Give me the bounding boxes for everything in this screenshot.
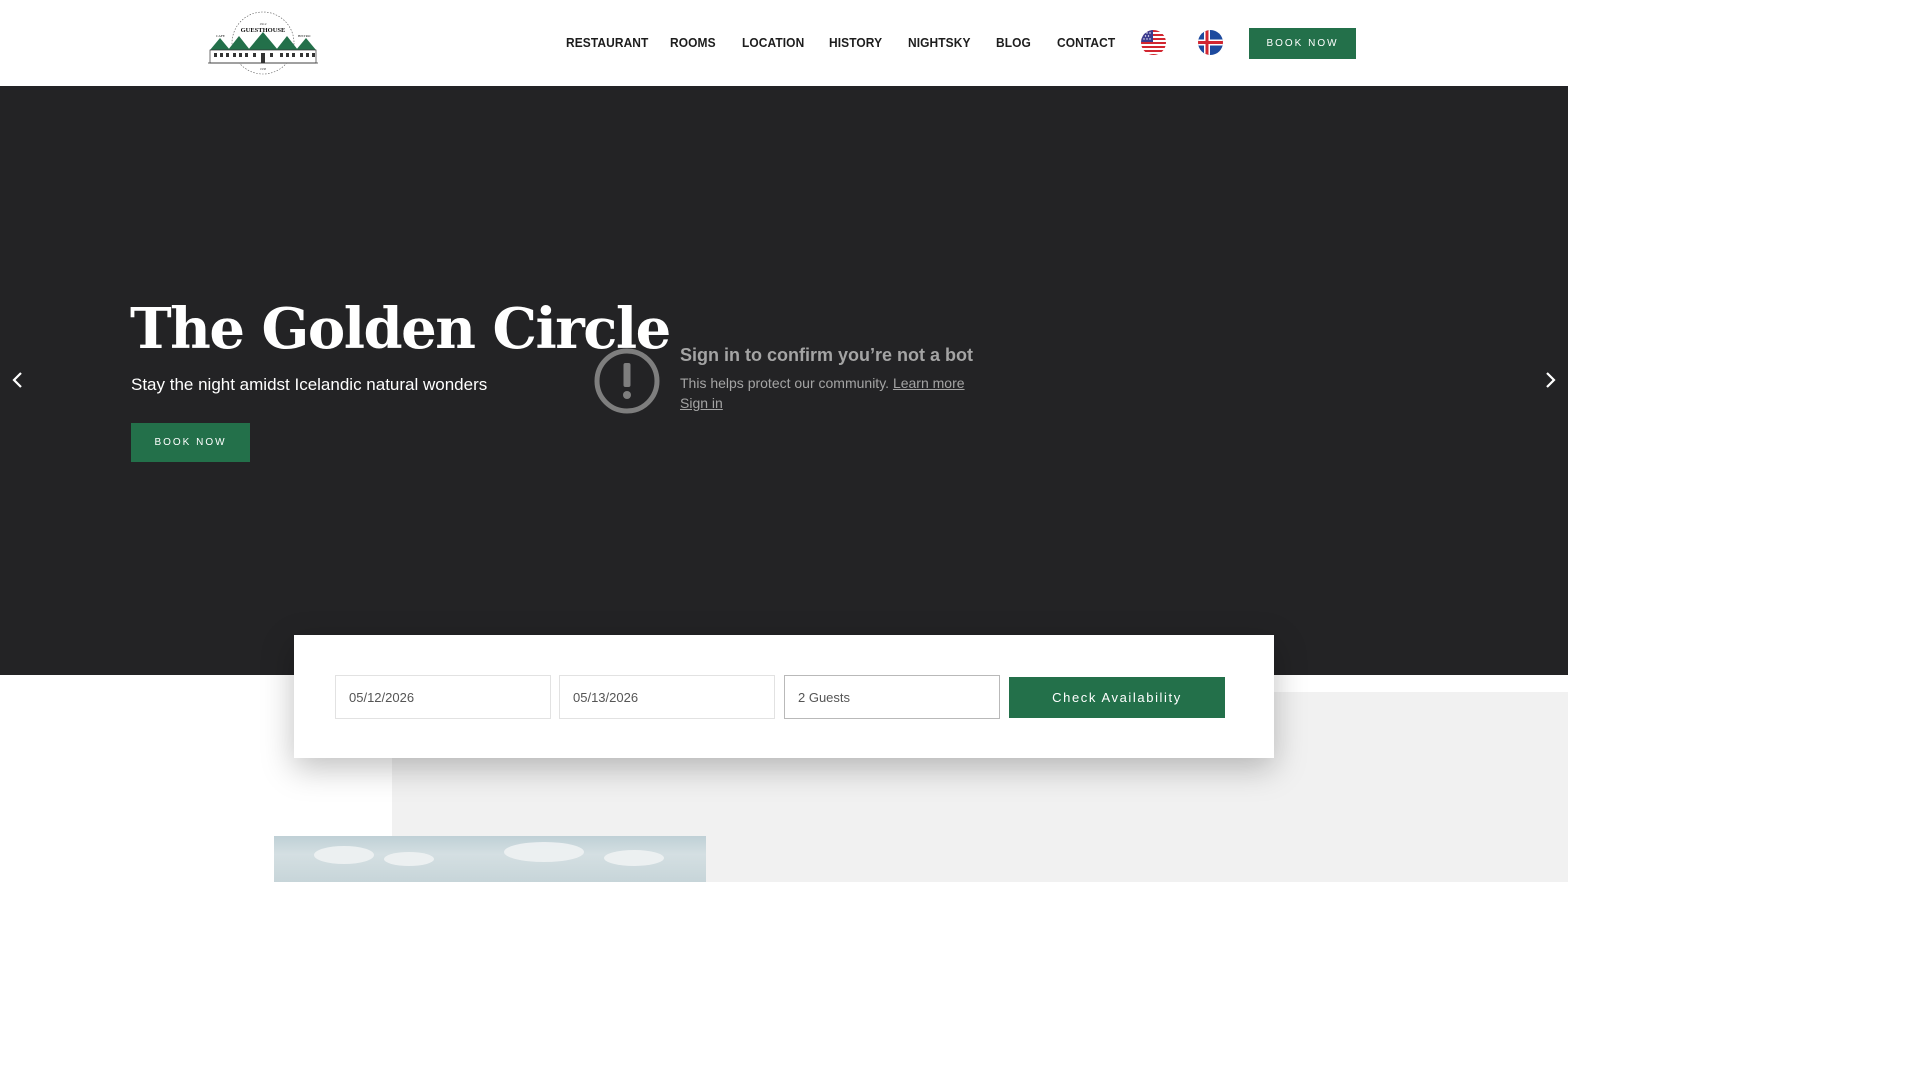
hero-subtitle: Stay the night amidst Icelandic natural … — [131, 375, 488, 394]
us-flag-icon[interactable] — [1141, 30, 1166, 55]
landscape-photo — [274, 836, 706, 882]
sign-in-link[interactable]: Sign in — [680, 395, 723, 411]
hero-book-now-button[interactable]: BOOK NOW — [131, 423, 250, 462]
checkout-date-field[interactable]: 05/13/2026 — [559, 675, 775, 719]
learn-more-link[interactable]: Learn more — [893, 375, 965, 391]
iceland-flag-icon[interactable] — [1198, 30, 1223, 55]
nav-contact[interactable]: CONTACT — [1057, 35, 1115, 50]
nav-blog[interactable]: BLOG — [996, 35, 1031, 50]
booking-form: 05/12/2026 05/13/2026 2 Guests Check Ava… — [294, 635, 1274, 758]
svg-text:1938: 1938 — [260, 67, 267, 71]
checkin-date-field[interactable]: 05/12/2026 — [335, 675, 551, 719]
nav-nightsky[interactable]: NIGHTSKY — [908, 35, 971, 50]
guesthouse-logo[interactable]: 1912 GUESTHOUSE CAFE BISTRO 1938 — [206, 8, 320, 78]
svg-text:BISTRO: BISTRO — [298, 34, 311, 38]
chevron-right-icon[interactable] — [1540, 368, 1560, 392]
bot-notice-title: Sign in to confirm you’re not a bot — [680, 345, 973, 365]
site-header: 1912 GUESTHOUSE CAFE BISTRO 1938 RESTAUR… — [0, 0, 1568, 86]
guests-select[interactable]: 2 Guests — [784, 675, 1000, 719]
hero-title: The Golden Circle — [130, 296, 671, 362]
svg-text:1912: 1912 — [260, 22, 267, 26]
svg-text:CAFE: CAFE — [216, 34, 225, 38]
bot-notice-text: This helps protect our community. Learn … — [680, 375, 965, 391]
nav-location[interactable]: LOCATION — [742, 35, 804, 50]
nav-history[interactable]: HISTORY — [829, 35, 882, 50]
header-book-now-button[interactable]: BOOK NOW — [1249, 28, 1356, 59]
bot-notice-message: This helps protect our community. — [680, 375, 890, 391]
nav-restaurant[interactable]: RESTAURANT — [566, 35, 648, 50]
check-availability-button[interactable]: Check Availability — [1009, 677, 1225, 718]
alert-icon — [594, 348, 660, 414]
nav-rooms[interactable]: ROOMS — [670, 35, 716, 50]
chevron-left-icon[interactable] — [8, 368, 28, 392]
